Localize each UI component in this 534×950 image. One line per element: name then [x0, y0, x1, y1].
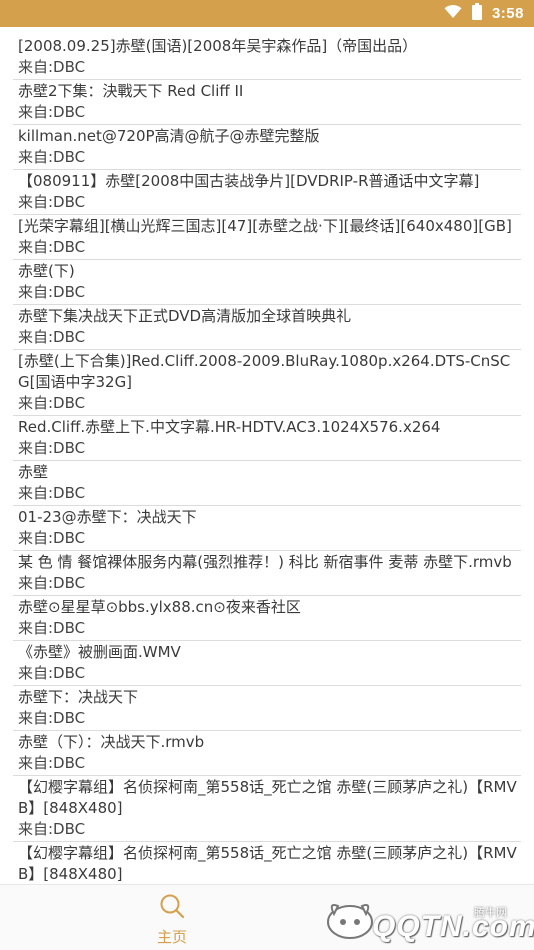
item-source: 来自:DBC	[18, 283, 86, 301]
list-item[interactable]: Red.Cliff.赤壁上下.中文字幕.HR-HDTV.AC3.1024X576…	[13, 416, 521, 461]
item-source: 来自:DBC	[18, 328, 86, 346]
item-source: 来自:DBC	[18, 754, 86, 772]
result-list[interactable]: [2008.09.25]赤壁(国语)[2008年吴宇森作品]（帝国出品） 来自:…	[0, 35, 534, 884]
item-source: 来自:DBC	[18, 439, 86, 457]
item-source: 来自:DBC	[18, 58, 86, 76]
item-title: 赤壁下：决战天下	[18, 688, 139, 706]
watermark-text: QQTN.com	[372, 910, 534, 943]
item-title: [光荣字幕组][横山光辉三国志][47][赤壁之战·下][最终话][640x48…	[18, 217, 512, 235]
list-item[interactable]: 01-23@赤壁下：决战天下 来自:DBC	[13, 506, 521, 551]
item-title: 01-23@赤壁下：决战天下	[18, 508, 197, 526]
item-source: 来自:DBC	[18, 193, 86, 211]
list-item[interactable]: killman.net@720P高清@航子@赤壁完整版 来自:DBC	[13, 125, 521, 170]
list-item[interactable]: 【080911】赤壁[2008中国古装战争片][DVDRIP-R普通话中文字幕]…	[13, 170, 521, 215]
list-item[interactable]: 赤壁下：决战天下 来自:DBC	[13, 686, 521, 731]
status-bar: 3:58	[0, 0, 534, 27]
status-time: 3:58	[491, 5, 524, 22]
search-icon	[159, 893, 185, 923]
watermark: 腾牛网 QQTN.com	[320, 892, 534, 947]
list-item[interactable]: 赤壁⊙星星草⊙bbs.ylx88.cn⊙夜来香社区 来自:DBC	[13, 596, 521, 641]
status-icons: 3:58	[444, 0, 524, 27]
item-source: 来自:DBC	[18, 820, 86, 838]
item-source: 来自:DBC	[18, 484, 86, 502]
list-item[interactable]: 赤壁下集决战天下正式DVD高清版加全球首映典礼 来自:DBC	[13, 305, 521, 350]
battery-icon	[471, 3, 482, 24]
item-source: 来自:DBC	[18, 394, 86, 412]
item-title: 【幻樱字幕组】名侦探柯南_第558话_死亡之馆 赤壁(三顾茅庐之礼)【RMVB】…	[18, 778, 517, 817]
item-source: 来自:DBC	[18, 529, 86, 547]
item-title: killman.net@720P高清@航子@赤壁完整版	[18, 127, 320, 145]
item-source: 来自:DBC	[18, 619, 86, 637]
item-source: 来自:DBC	[18, 103, 86, 121]
list-item[interactable]: 【幻樱字幕组】名侦探柯南_第558话_死亡之馆 赤壁(三顾茅庐之礼)【RMVB】…	[13, 842, 521, 884]
tab-home[interactable]: 主页	[142, 893, 202, 946]
list-item[interactable]: [光荣字幕组][横山光辉三国志][47][赤壁之战·下][最终话][640x48…	[13, 215, 521, 260]
item-source: 来自:DBC	[18, 148, 86, 166]
item-title: 赤壁下集决战天下正式DVD高清版加全球首映典礼	[18, 307, 352, 325]
tab-home-label: 主页	[156, 928, 187, 946]
list-item[interactable]: 赤壁2下集：決戰天下 Red Cliff II 来自:DBC	[13, 80, 521, 125]
item-title: 赤壁2下集：決戰天下 Red Cliff II	[18, 82, 244, 100]
item-title: 赤壁⊙星星草⊙bbs.ylx88.cn⊙夜来香社区	[18, 598, 301, 616]
item-title: [2008.09.25]赤壁(国语)[2008年吴宇森作品]（帝国出品）	[18, 37, 418, 55]
list-item[interactable]: 赤壁（下）：决战天下.rmvb 来自:DBC	[13, 731, 521, 776]
item-title: 某 色 情 餐馆裸体服务内幕(强烈推荐！) 科比 新宿事件 麦蒂 赤壁下.rmv…	[18, 553, 512, 571]
item-title: 赤壁（下）：决战天下.rmvb	[18, 733, 205, 751]
item-source: 来自:DBC	[18, 574, 86, 592]
list-item[interactable]: 赤壁 来自:DBC	[13, 461, 521, 506]
item-source: 来自:DBC	[18, 238, 86, 256]
list-item[interactable]: 某 色 情 餐馆裸体服务内幕(强烈推荐！) 科比 新宿事件 麦蒂 赤壁下.rmv…	[13, 551, 521, 596]
list-item[interactable]: [2008.09.25]赤壁(国语)[2008年吴宇森作品]（帝国出品） 来自:…	[13, 35, 521, 80]
item-title: 【幻樱字幕组】名侦探柯南_第558话_死亡之馆 赤壁(三顾茅庐之礼)【RMVB】…	[18, 844, 517, 883]
wifi-icon	[444, 4, 462, 23]
list-item[interactable]: 【幻樱字幕组】名侦探柯南_第558话_死亡之馆 赤壁(三顾茅庐之礼)【RMVB】…	[13, 776, 521, 842]
item-title: 【080911】赤壁[2008中国古装战争片][DVDRIP-R普通话中文字幕]	[18, 172, 480, 190]
list-item[interactable]: [赤壁(上下合集)]Red.Cliff.2008-2009.BluRay.108…	[13, 350, 521, 416]
qqtn-logo-icon	[327, 904, 373, 939]
item-source: 来自:DBC	[18, 709, 86, 727]
item-title: 《赤壁》被删画面.WMV	[18, 643, 181, 661]
item-title: Red.Cliff.赤壁上下.中文字幕.HR-HDTV.AC3.1024X576…	[18, 418, 441, 436]
list-item[interactable]: 《赤壁》被删画面.WMV 来自:DBC	[13, 641, 521, 686]
item-title: 赤壁	[18, 463, 49, 481]
item-title: [赤壁(上下合集)]Red.Cliff.2008-2009.BluRay.108…	[18, 352, 511, 391]
list-item[interactable]: 赤壁(下) 来自:DBC	[13, 260, 521, 305]
item-source: 来自:DBC	[18, 664, 86, 682]
item-title: 赤壁(下)	[18, 262, 75, 280]
